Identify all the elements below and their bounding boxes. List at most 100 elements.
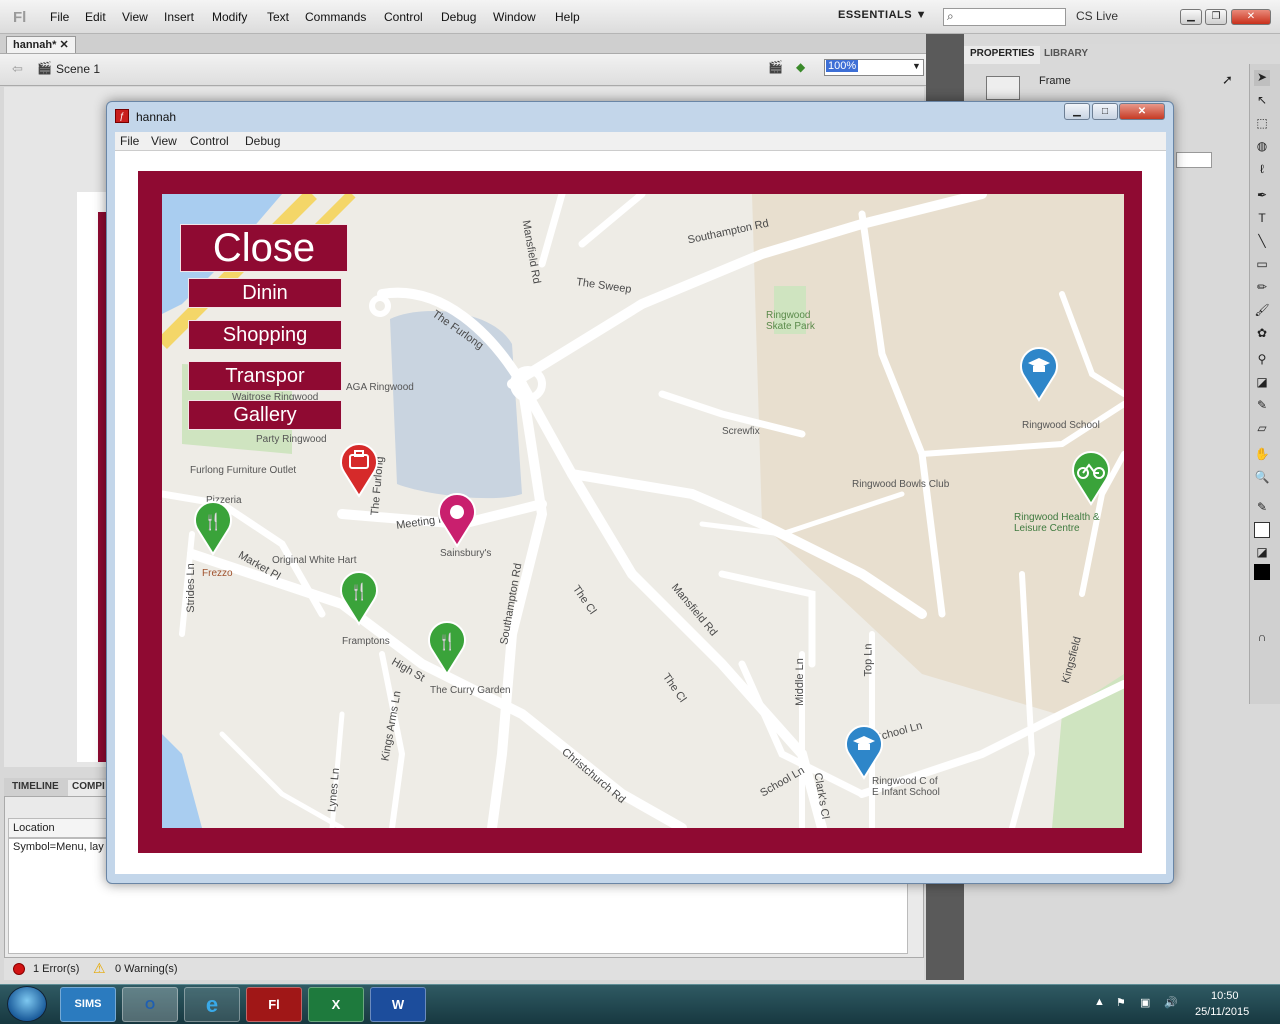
eyedropper-tool-icon[interactable]: ✎ — [1254, 398, 1270, 414]
taskbar-internet-explorer[interactable]: e — [184, 987, 240, 1022]
back-arrow-icon[interactable]: ⇦ — [12, 61, 23, 77]
map[interactable]: Southampton Rd The Sweep The Furlong Man… — [162, 194, 1124, 828]
taskbar-sims[interactable]: SIMS — [60, 987, 116, 1022]
menu-commands[interactable]: Commands — [305, 10, 366, 24]
place-label: Furlong Furniture Outlet — [190, 465, 297, 476]
player-close-button[interactable]: ✕ — [1119, 103, 1165, 120]
close-button[interactable]: Close — [180, 224, 348, 272]
place-label: AGA Ringwood — [346, 382, 414, 393]
close-tab-icon[interactable]: ✕ — [59, 39, 68, 51]
road-label: Strides Ln — [184, 563, 197, 613]
network-icon[interactable]: ▣ — [1140, 996, 1150, 1009]
tab-properties[interactable]: PROPERTIES — [964, 46, 1041, 64]
restore-button[interactable]: ❐ — [1205, 9, 1227, 25]
player-minimize-button[interactable]: ▁ — [1064, 103, 1090, 120]
hand-tool-icon[interactable]: ✋ — [1254, 447, 1270, 463]
menu-debug[interactable]: Debug — [441, 10, 476, 24]
taskbar-excel[interactable]: X — [308, 987, 364, 1022]
brush-tool-icon[interactable]: 🖌 — [1254, 303, 1270, 319]
document-tab-bar — [0, 34, 926, 54]
svg-text:🍴: 🍴 — [437, 632, 457, 651]
cs-live-button[interactable]: CS Live — [1076, 9, 1118, 23]
shopping-button[interactable]: Shopping — [188, 320, 342, 350]
menu-window[interactable]: Window — [493, 10, 536, 24]
error-icon — [13, 963, 25, 975]
paint-bucket-tool-icon[interactable]: ◪ — [1254, 375, 1270, 391]
frame-label: Frame — [1039, 75, 1071, 87]
menu-edit[interactable]: Edit — [85, 10, 106, 24]
menu-modify[interactable]: Modify — [212, 10, 247, 24]
chevron-down-icon[interactable]: ▼ — [912, 61, 921, 71]
shopping-marker-icon[interactable] — [434, 490, 480, 548]
clock-time[interactable]: 10:50 — [1211, 990, 1239, 1002]
school-marker-icon[interactable] — [1016, 344, 1062, 402]
action-center-flag-icon[interactable]: ⚑ — [1116, 996, 1126, 1009]
deco-tool-icon[interactable]: ✿ — [1254, 326, 1270, 342]
tab-timeline[interactable]: TIMELINE — [8, 780, 63, 796]
menu-help[interactable]: Help — [555, 10, 580, 24]
3d-rotation-tool-icon[interactable]: ◍ — [1254, 139, 1270, 155]
player-menu-debug[interactable]: Debug — [245, 134, 280, 148]
taskbar-flash[interactable]: Fl — [246, 987, 302, 1022]
clock-date[interactable]: 25/11/2015 — [1195, 1006, 1249, 1018]
eraser-tool-icon[interactable]: ▱ — [1254, 421, 1270, 437]
player-menu-view[interactable]: View — [151, 134, 177, 148]
search-icon: ⌕ — [947, 9, 954, 23]
player-menu-control[interactable]: Control — [190, 134, 229, 148]
subselection-tool-icon[interactable]: ↖ — [1254, 93, 1270, 109]
dining-marker-icon[interactable]: 🍴 — [190, 498, 236, 556]
bone-tool-icon[interactable]: ⚲ — [1254, 352, 1270, 368]
line-tool-icon[interactable]: ╲ — [1254, 234, 1270, 250]
menu-control[interactable]: Control — [384, 10, 423, 24]
selection-tool-icon[interactable]: ➤ — [1254, 70, 1270, 86]
minimize-button[interactable]: ▁ — [1180, 9, 1202, 25]
stroke-color-icon[interactable]: ✎ — [1254, 500, 1270, 516]
player-maximize-button[interactable]: □ — [1092, 103, 1118, 120]
close-window-button[interactable]: ✕ — [1231, 9, 1271, 25]
rectangle-tool-icon[interactable]: ▭ — [1254, 257, 1270, 273]
dining-marker-icon[interactable]: 🍴 — [336, 568, 382, 626]
taskbar-outlook[interactable]: O — [122, 987, 178, 1022]
menu-insert[interactable]: Insert — [164, 10, 194, 24]
tab-library[interactable]: LIBRARY — [1038, 46, 1094, 64]
leisure-marker-icon[interactable] — [1068, 448, 1114, 506]
snap-magnet-icon[interactable]: ∩ — [1254, 630, 1270, 646]
error-count: 1 Error(s) — [33, 963, 80, 975]
pen-tool-icon[interactable]: ✒ — [1254, 188, 1270, 204]
menu-file[interactable]: File — [50, 10, 69, 24]
volume-icon[interactable]: 🔊 — [1164, 996, 1178, 1009]
zoom-tool-icon[interactable]: 🔍 — [1254, 470, 1270, 486]
show-hidden-icons-icon[interactable]: ▲ — [1094, 996, 1105, 1008]
player-menu-file[interactable]: File — [120, 134, 139, 148]
start-button[interactable] — [7, 986, 47, 1022]
scene-clapper-icon: 🎬 — [37, 61, 52, 75]
business-marker-icon[interactable] — [336, 440, 382, 498]
dining-marker-icon[interactable]: 🍴 — [424, 618, 470, 676]
player-title: hannah — [136, 110, 177, 124]
fill-color-icon[interactable]: ◪ — [1254, 545, 1270, 561]
menu-text[interactable]: Text — [267, 10, 289, 24]
help-search-input[interactable] — [943, 8, 1066, 26]
place-label: Framptons — [342, 636, 390, 647]
edit-symbols-icon[interactable]: ◆ — [796, 60, 805, 74]
transport-button[interactable]: Transpor — [188, 361, 342, 391]
tab-compiler-errors[interactable]: COMPI — [68, 780, 109, 796]
dining-button[interactable]: Dinin — [188, 278, 342, 308]
frame-name-input[interactable] — [1176, 152, 1212, 168]
stroke-swatch[interactable] — [1254, 522, 1270, 538]
free-transform-tool-icon[interactable]: ⬚ — [1254, 116, 1270, 132]
school-marker-icon[interactable] — [841, 722, 887, 780]
help-icon[interactable]: ➚ — [1222, 72, 1233, 88]
lasso-tool-icon[interactable]: ℓ — [1254, 162, 1270, 178]
text-tool-icon[interactable]: T — [1254, 211, 1270, 227]
gallery-button[interactable]: Gallery — [188, 400, 342, 430]
pencil-tool-icon[interactable]: ✏ — [1254, 280, 1270, 296]
menu-view[interactable]: View — [122, 10, 148, 24]
taskbar-word[interactable]: W — [370, 987, 426, 1022]
flash-player-icon: ƒ — [115, 109, 129, 123]
workspace-switcher[interactable]: ESSENTIALS ▼ — [838, 9, 927, 21]
edit-scene-icon[interactable]: 🎬 — [768, 60, 783, 74]
fill-swatch[interactable] — [1254, 564, 1270, 580]
document-tab[interactable]: hannah* ✕ — [6, 36, 76, 53]
warning-icon: ⚠ — [93, 960, 106, 976]
